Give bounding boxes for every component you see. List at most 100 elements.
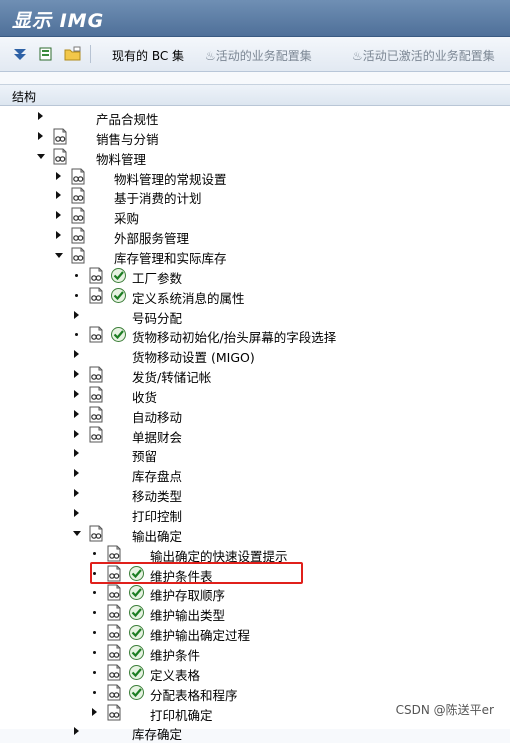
tree-node-label[interactable]: 自动移动 [132, 407, 182, 426]
documentation-icon[interactable] [70, 187, 86, 204]
tree-node[interactable]: 收货 [0, 385, 510, 405]
tree-node[interactable]: 发货/转储记帐 [0, 365, 510, 385]
tree-node-label[interactable]: 产品合规性 [96, 109, 159, 128]
tree-node[interactable]: 货物移动初始化/抬头屏幕的字段选择 [0, 325, 510, 345]
documentation-icon[interactable] [106, 604, 122, 621]
tree-node-label[interactable]: 分配表格和程序 [150, 685, 238, 704]
expand-arrow-icon[interactable] [74, 469, 79, 478]
tree-node-label[interactable]: 收货 [132, 387, 157, 406]
execute-check-icon[interactable] [128, 664, 145, 681]
tree-node-label[interactable]: 物料管理的常规设置 [114, 169, 227, 188]
documentation-icon[interactable] [88, 525, 104, 542]
tree-node[interactable]: 工厂参数 [0, 266, 510, 286]
tree-node-label[interactable]: 输出确定 [132, 526, 182, 545]
tree-node-label[interactable]: 销售与分销 [96, 129, 159, 148]
expand-arrow-icon[interactable] [74, 429, 79, 438]
documentation-icon[interactable] [106, 664, 122, 681]
collapse-arrow-icon[interactable] [73, 530, 81, 536]
tree-node-label[interactable]: 单据财会 [132, 427, 182, 446]
expand-arrow-icon[interactable] [38, 112, 43, 120]
tree-node[interactable]: 维护存取顺序 [0, 583, 510, 603]
tree-node[interactable]: 基于消费的计划 [0, 186, 510, 206]
collapse-arrow-icon[interactable] [37, 153, 45, 159]
documentation-icon[interactable] [106, 644, 122, 661]
tree-node[interactable]: 物料管理的常规设置 [0, 167, 510, 187]
tree-node[interactable]: 库存管理和实际库存 [0, 246, 510, 266]
tree-node[interactable]: 维护条件 [0, 643, 510, 663]
tree-node-label[interactable]: 库存确定 [132, 724, 182, 743]
tree-node[interactable]: 外部服务管理 [0, 226, 510, 246]
tree-node[interactable]: 销售与分销 [0, 127, 510, 147]
tree-node-label[interactable]: 库存管理和实际库存 [114, 248, 227, 267]
tree-node[interactable]: 移动类型 [0, 484, 510, 504]
tree-node[interactable]: 维护输出确定过程 [0, 623, 510, 643]
execute-check-icon[interactable] [128, 604, 145, 621]
tree-node-label[interactable]: 维护输出类型 [150, 605, 225, 624]
documentation-icon[interactable] [88, 287, 104, 304]
expand-arrow-icon[interactable] [74, 449, 79, 458]
documentation-icon[interactable] [106, 584, 122, 601]
existing-bc-sets-button[interactable]: 现有的 BC 集 [112, 47, 184, 64]
documentation-icon[interactable] [70, 227, 86, 244]
tree-node[interactable]: 预留 [0, 444, 510, 464]
documentation-icon[interactable] [70, 168, 86, 185]
tree-node-label[interactable]: 货物移动初始化/抬头屏幕的字段选择 [132, 327, 336, 346]
expand-arrow-icon[interactable] [74, 409, 79, 418]
documentation-icon[interactable] [88, 426, 104, 443]
expand-arrow-icon[interactable] [56, 171, 61, 180]
collapse-icon[interactable] [38, 45, 54, 63]
execute-check-icon[interactable] [128, 644, 145, 661]
tree-node[interactable]: 库存盘点 [0, 464, 510, 484]
expand-arrow-icon[interactable] [74, 389, 79, 398]
tree-node-label[interactable]: 定义表格 [150, 665, 200, 684]
tree-node[interactable]: 库存确定 [0, 722, 510, 742]
tree-node-label[interactable]: 维护条件 [150, 645, 200, 664]
activated-bc-sets-button[interactable]: ♨活动已激活的业务配置集 [352, 47, 495, 64]
folder-icon[interactable] [64, 45, 82, 63]
tree-node-label[interactable]: 打印控制 [132, 506, 182, 525]
expand-arrow-icon[interactable] [38, 131, 43, 140]
tree-node-label[interactable]: 发货/转储记帐 [132, 367, 211, 386]
tree-node[interactable]: 单据财会 [0, 425, 510, 445]
documentation-icon[interactable] [70, 207, 86, 224]
expand-arrow-icon[interactable] [74, 370, 79, 379]
expand-arrow-icon[interactable] [56, 211, 61, 220]
tree-node-label[interactable]: 打印机确定 [150, 705, 213, 724]
tree-node-label[interactable]: 号码分配 [132, 308, 182, 327]
execute-check-icon[interactable] [128, 684, 145, 701]
tree-node[interactable]: 产品合规性 [0, 107, 510, 127]
documentation-icon[interactable] [88, 386, 104, 403]
tree-node[interactable]: 分配表格和程序 [0, 683, 510, 703]
tree-node[interactable]: 货物移动设置 (MIGO) [0, 345, 510, 365]
tree-node-label[interactable]: 维护输出确定过程 [150, 625, 250, 644]
tree-node[interactable]: 采购 [0, 206, 510, 226]
documentation-icon[interactable] [52, 148, 68, 165]
tree-node-label[interactable]: 基于消费的计划 [114, 188, 202, 207]
tree-node[interactable]: 输出确定的快速设置提示 [0, 544, 510, 564]
tree-node-label[interactable]: 货物移动设置 (MIGO) [132, 347, 255, 366]
tree-node-label[interactable]: 定义系统消息的属性 [132, 288, 245, 307]
tree-node[interactable]: 维护输出类型 [0, 603, 510, 623]
tree-node-label[interactable]: 维护存取顺序 [150, 585, 225, 604]
documentation-icon[interactable] [70, 247, 86, 264]
expand-arrow-icon[interactable] [56, 191, 61, 200]
documentation-icon[interactable] [52, 128, 68, 145]
execute-check-icon[interactable] [110, 326, 127, 343]
execute-check-icon[interactable] [110, 267, 127, 284]
documentation-icon[interactable] [88, 366, 104, 383]
collapse-arrow-icon[interactable] [55, 252, 63, 258]
expand-arrow-icon[interactable] [74, 509, 79, 517]
documentation-icon[interactable] [106, 684, 122, 701]
tree-node[interactable]: 号码分配 [0, 306, 510, 326]
execute-check-icon[interactable] [110, 287, 127, 304]
tree-node[interactable]: 输出确定 [0, 524, 510, 544]
tree-node[interactable]: 自动移动 [0, 405, 510, 425]
tree-node-label[interactable]: 工厂参数 [132, 268, 182, 287]
tree-node-label[interactable]: 库存盘点 [132, 466, 182, 485]
tree-node-label[interactable]: 预留 [132, 446, 157, 465]
execute-check-icon[interactable] [128, 624, 145, 641]
expand-arrow-icon[interactable] [74, 350, 79, 359]
documentation-icon[interactable] [106, 624, 122, 641]
tree-node[interactable]: 定义表格 [0, 663, 510, 683]
expand-all-icon[interactable] [12, 45, 28, 63]
